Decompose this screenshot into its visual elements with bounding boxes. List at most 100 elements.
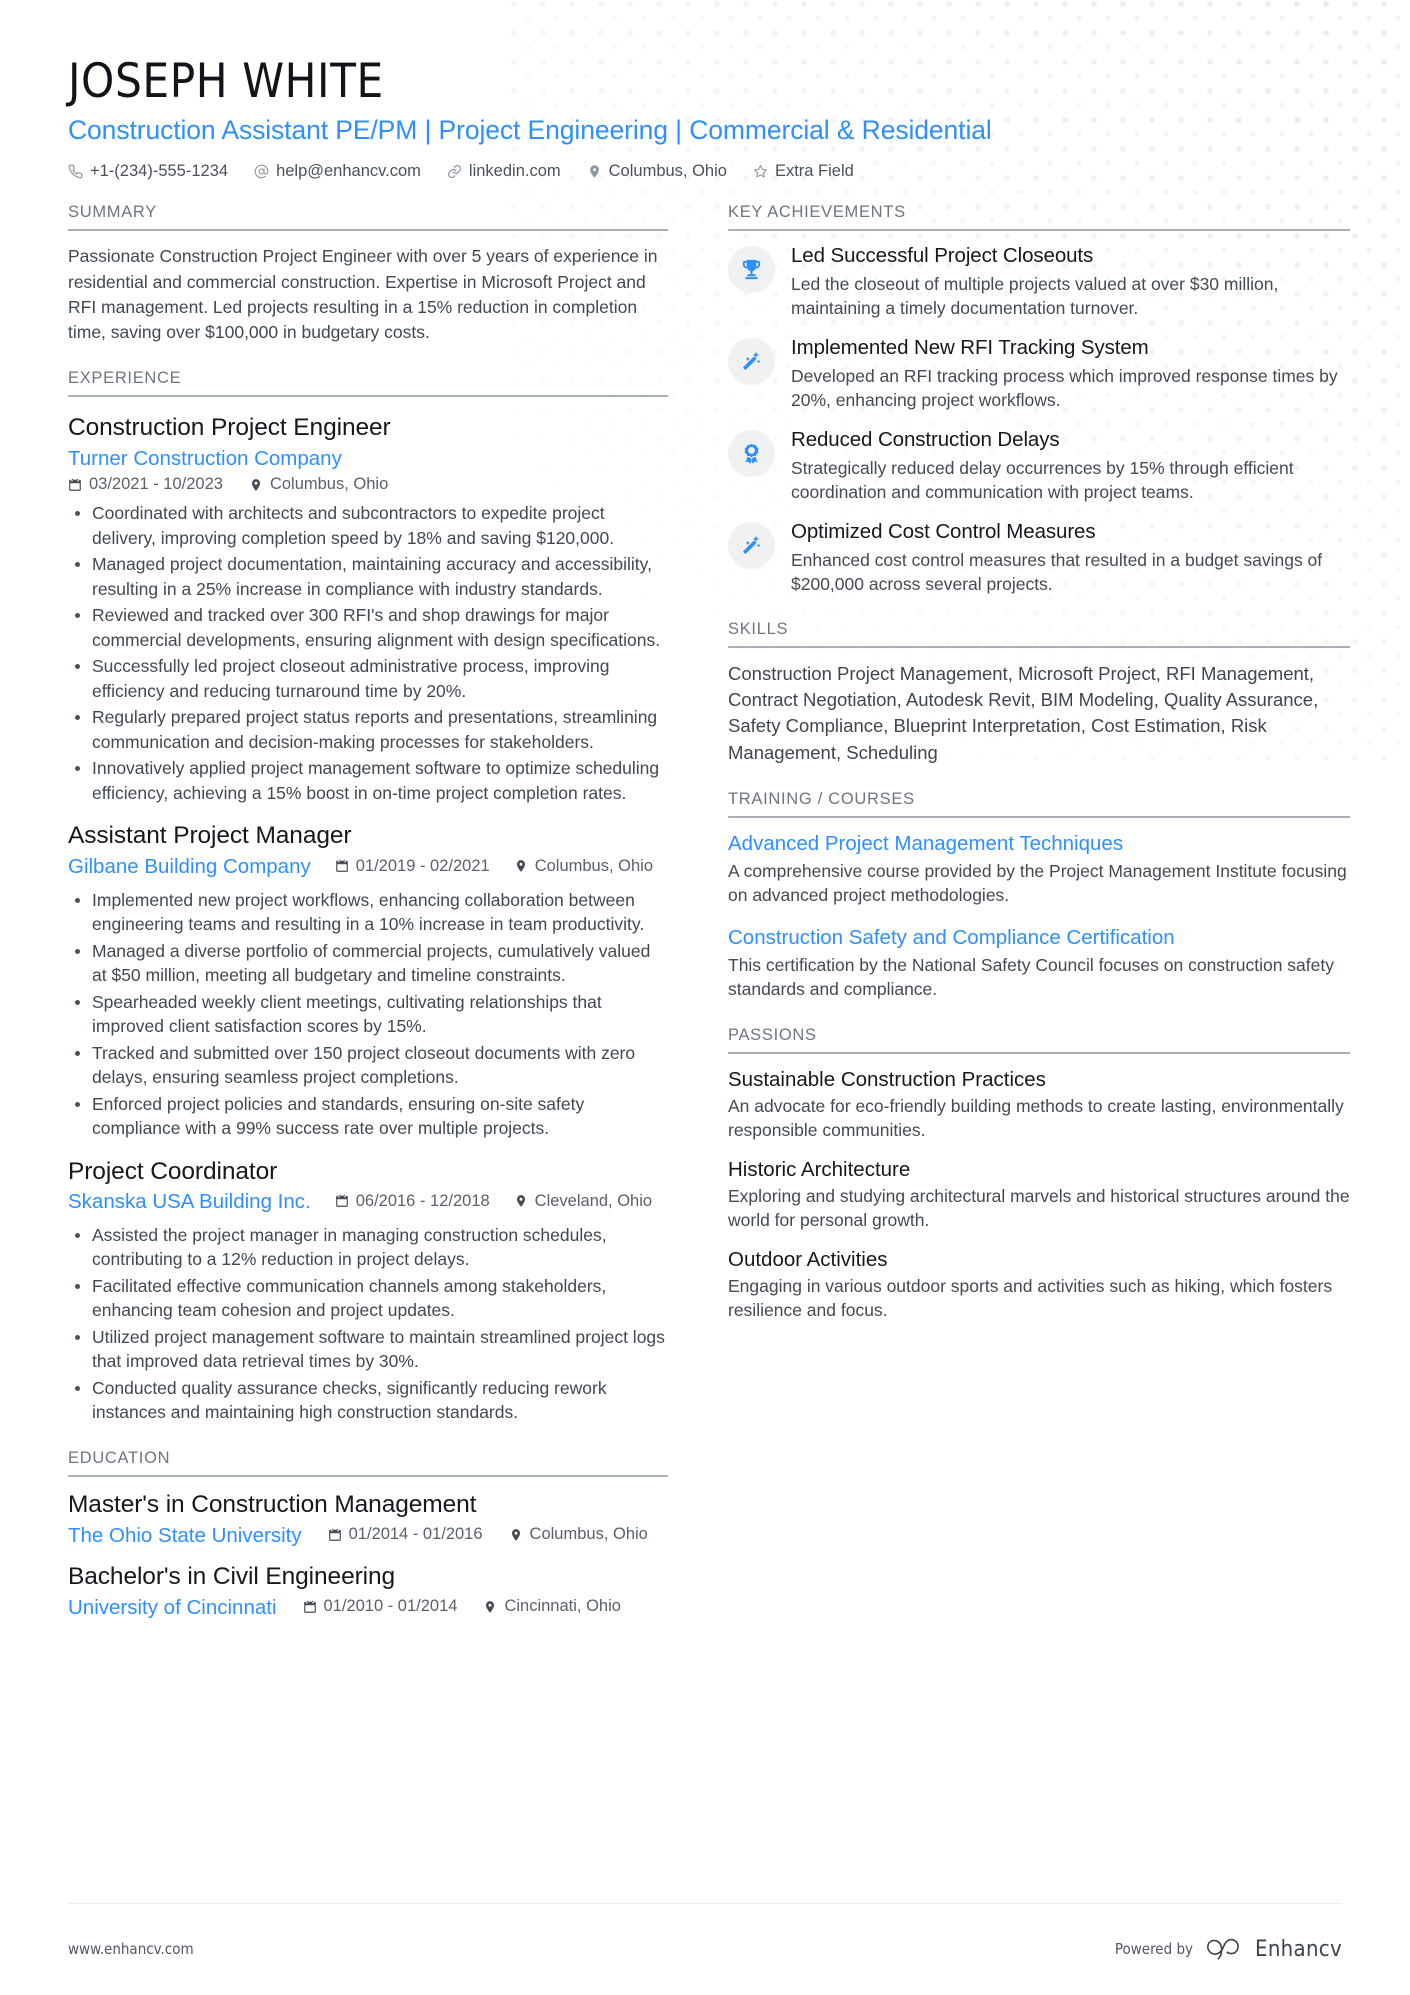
job-bullet: Spearheaded weekly client meetings, cult… — [68, 990, 668, 1039]
calendar-icon — [335, 859, 349, 873]
link-icon — [447, 164, 462, 179]
job-meta: Gilbane Building Company 01/2019 - 02/20… — [68, 854, 668, 881]
job-company[interactable]: Turner Construction Company — [68, 446, 668, 473]
education-degree: Bachelor's in Civil Engineering — [68, 1563, 396, 1591]
footer-brand: Powered by Enhancv — [1115, 1936, 1342, 1962]
achievement-title: Reduced Construction Delays — [791, 428, 1060, 452]
education-location: Cincinnati, Ohio — [483, 1597, 621, 1616]
contact-phone[interactable]: +1-(234)-555-1234 — [68, 162, 228, 181]
achievement-badge — [728, 522, 775, 570]
education-school[interactable]: University of Cincinnati — [68, 1595, 277, 1622]
achievement-desc: Led the closeout of multiple projects va… — [791, 274, 1279, 319]
calendar-icon — [303, 1600, 317, 1614]
footer-powered-by: Powered by — [1114, 1940, 1194, 1958]
job-bullet: Coordinated with architects and subcontr… — [68, 501, 668, 550]
education-degree: Master's in Construction Management — [68, 1490, 477, 1518]
achievement-badge — [728, 338, 775, 386]
magic-wand-icon — [743, 535, 761, 554]
skills-text: Construction Project Management, Microso… — [728, 662, 1319, 763]
resume-header: JOSEPH WHITE Construction Assistant PE/P… — [68, 54, 1342, 181]
passion-item: Outdoor Activities Engaging in various o… — [728, 1247, 1350, 1323]
candidate-name: JOSEPH WHITE — [68, 54, 384, 109]
contact-linkedin-text: linkedin.com — [468, 162, 561, 181]
candidate-headline: Construction Assistant PE/PM | Project E… — [68, 114, 992, 145]
achievement-item: Optimized Cost Control Measures Enhanced… — [728, 520, 1350, 596]
resume-content: JOSEPH WHITE Construction Assistant PE/P… — [0, 0, 1410, 1622]
contact-location: Columbus, Ohio — [587, 162, 727, 181]
job-location-text: Columbus, Ohio — [534, 856, 653, 875]
left-column: SUMMARY Passionate Construction Project … — [68, 203, 668, 1621]
award-ribbon-icon — [744, 443, 759, 465]
job-company[interactable]: Gilbane Building Company — [68, 854, 311, 881]
job-bullet: Successfully led project closeout admini… — [68, 654, 668, 703]
achievement-item: Reduced Construction Delays Strategicall… — [728, 428, 1350, 504]
contact-linkedin[interactable]: linkedin.com — [447, 162, 561, 181]
education-location-text: Cincinnati, Ohio — [504, 1597, 621, 1616]
course-desc: This certification by the National Safet… — [728, 954, 1334, 1000]
education-dates: 01/2014 - 01/2016 — [328, 1525, 483, 1544]
passion-desc: An advocate for eco-friendly building me… — [728, 1095, 1344, 1141]
education-dates: 01/2010 - 01/2014 — [303, 1597, 458, 1616]
contact-phone-text: +1-(234)-555-1234 — [90, 162, 229, 181]
summary-heading: SUMMARY — [68, 203, 157, 222]
course-title[interactable]: Advanced Project Management Techniques — [728, 831, 1350, 856]
magic-wand-icon — [743, 352, 761, 370]
experience-item: Project Coordinator Skanska USA Building… — [68, 1157, 668, 1425]
columns-wrapper: SUMMARY Passionate Construction Project … — [68, 203, 1350, 1621]
course-item: Construction Safety and Compliance Certi… — [728, 925, 1350, 1002]
location-pin-icon — [509, 1528, 523, 1542]
job-company[interactable]: Skanska USA Building Inc. — [68, 1189, 311, 1216]
job-location-text: Columbus, Ohio — [269, 475, 389, 494]
job-location: Cleveland, Ohio — [514, 1192, 652, 1211]
passion-title: Historic Architecture — [728, 1157, 911, 1181]
achievements-divider — [728, 229, 1350, 232]
right-column: KEY ACHIEVEMENTS Led Successful Project … — [728, 203, 1350, 1323]
passion-title: Sustainable Construction Practices — [728, 1067, 1046, 1091]
summary-divider — [68, 229, 668, 232]
enhancv-wordmark: Enhancv — [1255, 1936, 1342, 1962]
achievement-desc: Enhanced cost control measures that resu… — [791, 549, 1323, 594]
location-pin-icon — [514, 1194, 528, 1208]
job-bullet: Regularly prepared project status report… — [68, 705, 668, 754]
section-experience: EXPERIENCE Construction Project Engineer… — [68, 369, 668, 1425]
phone-icon — [68, 164, 83, 179]
job-dates-text: 06/2016 - 12/2018 — [355, 1191, 490, 1210]
education-school[interactable]: The Ohio State University — [68, 1523, 302, 1550]
enhancv-logo: Enhancv — [1206, 1936, 1342, 1962]
job-dates-text: 03/2021 - 10/2023 — [89, 475, 223, 494]
experience-item: Assistant Project Manager Gilbane Buildi… — [68, 821, 668, 1140]
passion-item: Sustainable Construction Practices An ad… — [728, 1067, 1350, 1143]
job-bullet: Managed a diverse portfolio of commercia… — [68, 939, 668, 988]
job-dates: 01/2019 - 02/2021 — [335, 857, 490, 876]
section-key-achievements: KEY ACHIEVEMENTS Led Successful Project … — [728, 203, 1350, 596]
passions-heading: PASSIONS — [728, 1025, 817, 1044]
job-location: Columbus, Ohio — [514, 857, 653, 876]
education-heading: EDUCATION — [68, 1448, 171, 1467]
job-bullet: Implemented new project workflows, enhan… — [68, 888, 668, 937]
job-bullets: Implemented new project workflows, enhan… — [68, 888, 668, 1141]
job-bullet: Conducted quality assurance checks, sign… — [68, 1376, 668, 1425]
course-title[interactable]: Construction Safety and Compliance Certi… — [728, 925, 1350, 950]
job-location: Columbus, Ohio — [249, 475, 388, 494]
section-summary: SUMMARY Passionate Construction Project … — [68, 203, 668, 345]
section-training-courses: TRAINING / COURSES Advanced Project Mana… — [728, 790, 1350, 1002]
achievement-desc: Strategically reduced delay occurrences … — [791, 457, 1294, 502]
job-bullet: Innovatively applied project management … — [68, 756, 668, 805]
footer-url[interactable]: www.enhancv.com — [68, 1940, 194, 1958]
education-item: Master's in Construction Management The … — [68, 1490, 668, 1549]
contact-email[interactable]: help@enhancv.com — [254, 162, 421, 181]
trophy-icon — [742, 260, 761, 280]
education-dates-text: 01/2010 - 01/2014 — [323, 1597, 458, 1616]
achievement-badge — [728, 430, 775, 478]
job-subline: 03/2021 - 10/2023 Columbus, Ohio — [68, 475, 668, 494]
job-meta: Turner Construction Company 03/2021 - 10… — [68, 446, 668, 495]
education-meta: The Ohio State University 01/2014 - 01/2… — [68, 1523, 668, 1550]
enhancv-mark-icon — [1207, 1938, 1239, 1960]
resume-page: JOSEPH WHITE Construction Assistant PE/P… — [0, 0, 1410, 1995]
job-title: Assistant Project Manager — [68, 822, 352, 850]
contact-extra-field: Extra Field — [753, 162, 854, 181]
contact-email-text: help@enhancv.com — [276, 162, 421, 181]
education-divider — [68, 1474, 668, 1477]
achievements-heading: KEY ACHIEVEMENTS — [728, 203, 906, 222]
achievement-badge — [728, 246, 775, 294]
